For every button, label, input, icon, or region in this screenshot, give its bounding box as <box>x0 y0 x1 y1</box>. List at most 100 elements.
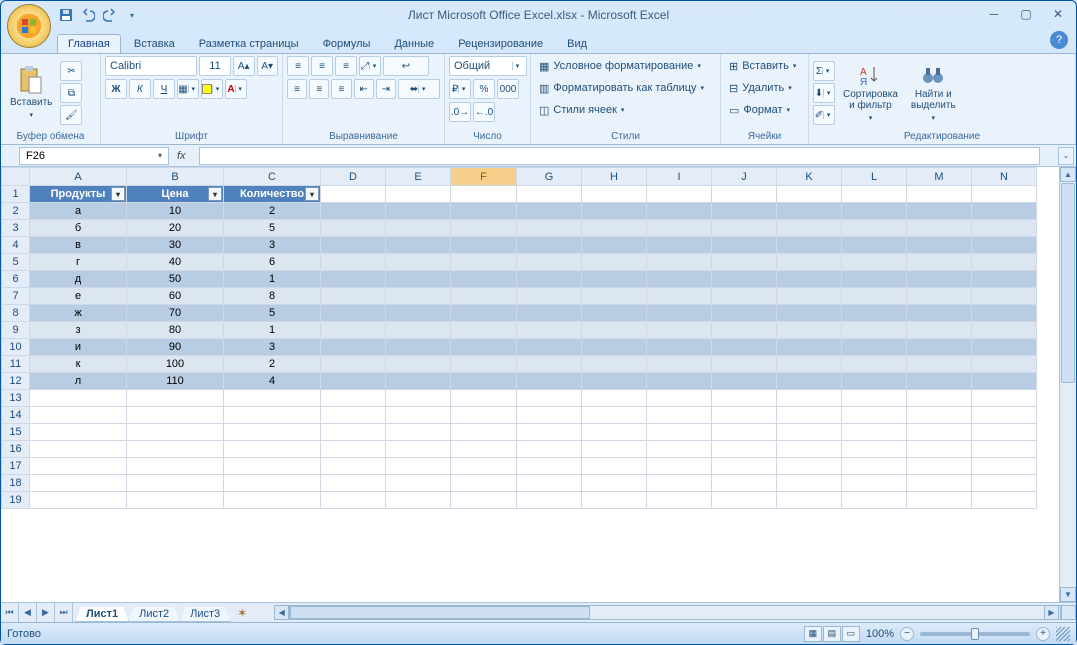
border-button[interactable]: ▦▾ <box>177 79 199 99</box>
hscroll-thumb[interactable] <box>290 606 590 619</box>
cell-D1[interactable] <box>321 186 386 203</box>
cell-M18[interactable] <box>907 475 972 492</box>
cell-A2[interactable]: а <box>30 203 127 220</box>
format-as-table-button[interactable]: ▥Форматировать как таблицу▾ <box>535 78 716 98</box>
cell-J4[interactable] <box>712 237 777 254</box>
cell-C18[interactable] <box>224 475 321 492</box>
cell-M10[interactable] <box>907 339 972 356</box>
cell-K13[interactable] <box>777 390 842 407</box>
ribbon-tab-6[interactable]: Вид <box>556 34 598 53</box>
cell-L10[interactable] <box>842 339 907 356</box>
cell-C5[interactable]: 6 <box>224 254 321 271</box>
cell-L9[interactable] <box>842 322 907 339</box>
accounting-button[interactable]: ₽▾ <box>449 79 471 99</box>
col-header-D[interactable]: D <box>321 168 386 186</box>
cell-E16[interactable] <box>386 441 451 458</box>
cell-F17[interactable] <box>451 458 517 475</box>
cell-B3[interactable]: 20 <box>127 220 224 237</box>
cell-H17[interactable] <box>582 458 647 475</box>
cell-E12[interactable] <box>386 373 451 390</box>
cell-B6[interactable]: 50 <box>127 271 224 288</box>
align-center-button[interactable]: ≡ <box>309 79 329 99</box>
cell-A16[interactable] <box>30 441 127 458</box>
ribbon-tab-0[interactable]: Главная <box>57 34 121 53</box>
align-right-button[interactable]: ≡ <box>331 79 351 99</box>
cell-L17[interactable] <box>842 458 907 475</box>
cell-D15[interactable] <box>321 424 386 441</box>
row-header-13[interactable]: 13 <box>2 390 30 407</box>
cell-F13[interactable] <box>451 390 517 407</box>
cell-D13[interactable] <box>321 390 386 407</box>
sheet-tab-2[interactable]: Лист3 <box>179 607 231 622</box>
col-header-E[interactable]: E <box>386 168 451 186</box>
cell-K19[interactable] <box>777 492 842 509</box>
last-sheet-button[interactable]: ⏭ <box>55 603 73 622</box>
cell-G7[interactable] <box>517 288 582 305</box>
cell-N14[interactable] <box>972 407 1037 424</box>
cell-B12[interactable]: 110 <box>127 373 224 390</box>
cell-L13[interactable] <box>842 390 907 407</box>
cell-A5[interactable]: г <box>30 254 127 271</box>
cell-L18[interactable] <box>842 475 907 492</box>
cell-E11[interactable] <box>386 356 451 373</box>
cell-F11[interactable] <box>451 356 517 373</box>
office-button[interactable] <box>7 4 51 48</box>
cell-F15[interactable] <box>451 424 517 441</box>
cell-M9[interactable] <box>907 322 972 339</box>
cell-D9[interactable] <box>321 322 386 339</box>
cell-D12[interactable] <box>321 373 386 390</box>
cell-N6[interactable] <box>972 271 1037 288</box>
cell-K12[interactable] <box>777 373 842 390</box>
cell-G4[interactable] <box>517 237 582 254</box>
cell-K17[interactable] <box>777 458 842 475</box>
row-header-6[interactable]: 6 <box>2 271 30 288</box>
cell-L8[interactable] <box>842 305 907 322</box>
cell-G2[interactable] <box>517 203 582 220</box>
cell-I11[interactable] <box>647 356 712 373</box>
cell-E18[interactable] <box>386 475 451 492</box>
orientation-button[interactable]: ⤢▾ <box>359 56 381 76</box>
col-header-B[interactable]: B <box>127 168 224 186</box>
percent-button[interactable]: % <box>473 79 495 99</box>
cell-B16[interactable] <box>127 441 224 458</box>
fill-button[interactable]: ⬇▾ <box>813 83 835 103</box>
cell-A9[interactable]: з <box>30 322 127 339</box>
cell-E9[interactable] <box>386 322 451 339</box>
hsplit-handle[interactable] <box>1061 605 1076 620</box>
cell-C3[interactable]: 5 <box>224 220 321 237</box>
row-header-2[interactable]: 2 <box>2 203 30 220</box>
cell-L3[interactable] <box>842 220 907 237</box>
cell-E2[interactable] <box>386 203 451 220</box>
cell-N10[interactable] <box>972 339 1037 356</box>
cell-G14[interactable] <box>517 407 582 424</box>
cell-A3[interactable]: б <box>30 220 127 237</box>
cell-I15[interactable] <box>647 424 712 441</box>
row-header-14[interactable]: 14 <box>2 407 30 424</box>
cell-J14[interactable] <box>712 407 777 424</box>
cell-K14[interactable] <box>777 407 842 424</box>
cell-F12[interactable] <box>451 373 517 390</box>
cell-H15[interactable] <box>582 424 647 441</box>
cell-L15[interactable] <box>842 424 907 441</box>
zoom-out-button[interactable]: − <box>900 627 914 641</box>
row-header-10[interactable]: 10 <box>2 339 30 356</box>
cell-L5[interactable] <box>842 254 907 271</box>
row-header-15[interactable]: 15 <box>2 424 30 441</box>
row-header-5[interactable]: 5 <box>2 254 30 271</box>
clear-button[interactable]: ✐▾ <box>813 105 835 125</box>
cell-J17[interactable] <box>712 458 777 475</box>
cell-A19[interactable] <box>30 492 127 509</box>
cell-J18[interactable] <box>712 475 777 492</box>
decrease-font-button[interactable]: A▾ <box>257 56 279 76</box>
cell-F10[interactable] <box>451 339 517 356</box>
cell-L7[interactable] <box>842 288 907 305</box>
resize-grip-icon[interactable] <box>1056 627 1070 641</box>
first-sheet-button[interactable]: ⏮ <box>1 603 19 622</box>
cell-M19[interactable] <box>907 492 972 509</box>
cell-K4[interactable] <box>777 237 842 254</box>
cell-H3[interactable] <box>582 220 647 237</box>
cell-D18[interactable] <box>321 475 386 492</box>
cell-A13[interactable] <box>30 390 127 407</box>
cell-I3[interactable] <box>647 220 712 237</box>
cell-L14[interactable] <box>842 407 907 424</box>
